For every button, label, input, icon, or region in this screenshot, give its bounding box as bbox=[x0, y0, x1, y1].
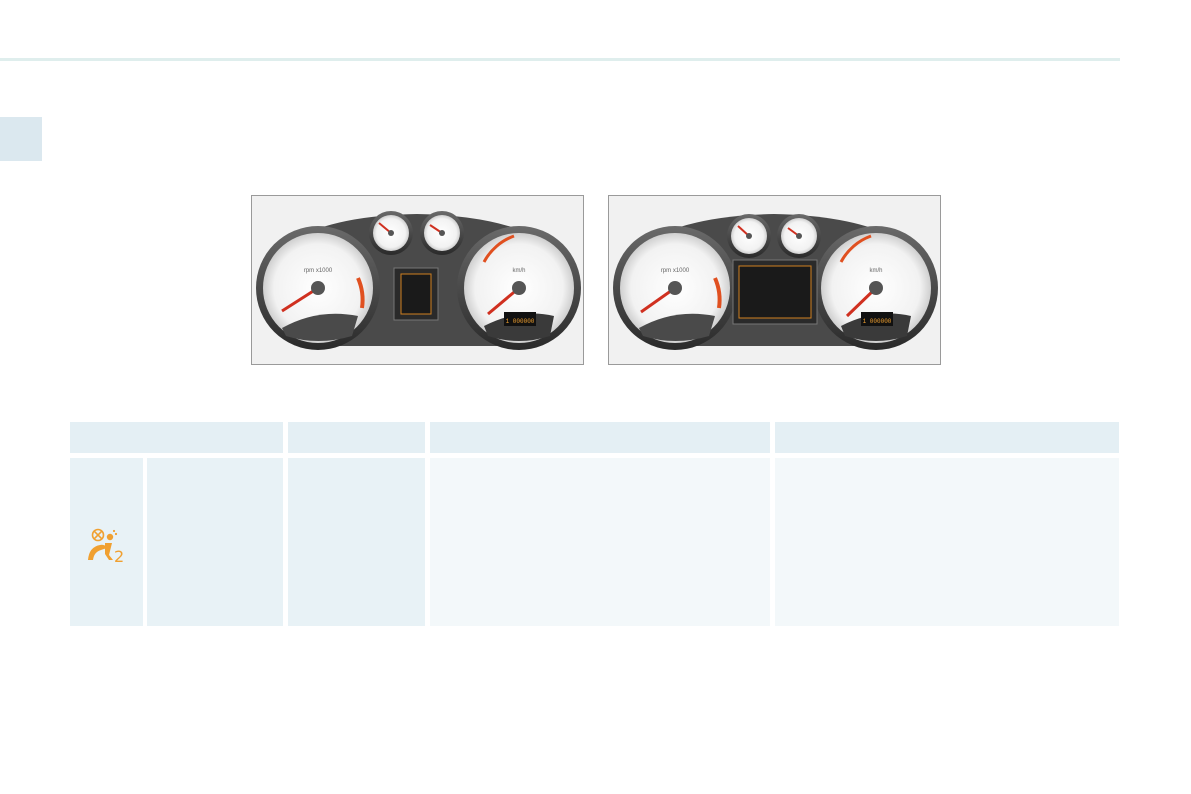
odometer-readout: 1 000000 bbox=[506, 318, 535, 325]
instrument-cluster-figure-left: rpm x1000 1 000000 km/h bbox=[251, 195, 584, 365]
table-header-cell bbox=[775, 422, 1119, 453]
svg-text:2: 2 bbox=[114, 547, 124, 566]
speedo-label: km/h bbox=[512, 268, 525, 274]
table-cell bbox=[430, 458, 770, 626]
table-header-cell bbox=[70, 422, 283, 453]
table-cell bbox=[147, 458, 283, 626]
instrument-cluster-right-illustration: rpm x1000 1 000000 km/h bbox=[613, 214, 938, 350]
odometer-readout: 1 000000 bbox=[863, 318, 892, 325]
chapter-tab bbox=[0, 117, 42, 161]
instrument-cluster-left-illustration: rpm x1000 1 000000 km/h bbox=[256, 211, 581, 350]
speedo-label: km/h bbox=[869, 268, 882, 274]
top-rule bbox=[0, 58, 1120, 61]
table-header-cell bbox=[288, 422, 425, 453]
passenger-airbag-off-icon: 2 bbox=[85, 527, 129, 567]
table-cell bbox=[288, 458, 425, 626]
tacho-label: rpm x1000 bbox=[661, 268, 690, 274]
table-header-cell bbox=[430, 422, 770, 453]
table-cell bbox=[775, 458, 1119, 626]
instrument-cluster-figure-right: rpm x1000 1 000000 km/h bbox=[608, 195, 941, 365]
tacho-label: rpm x1000 bbox=[304, 268, 333, 274]
